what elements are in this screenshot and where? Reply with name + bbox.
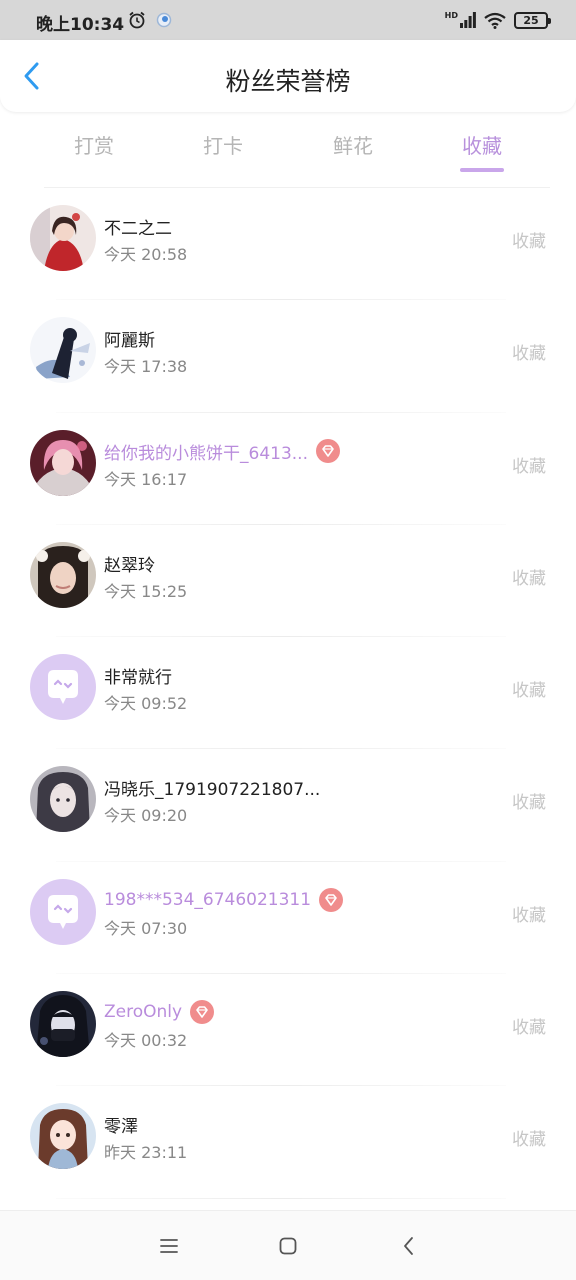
name-line: 阿麗斯	[104, 326, 155, 351]
tab-indicator	[201, 168, 245, 172]
name-line: 零澤	[104, 1112, 138, 1137]
app-header: 粉丝荣誉榜	[0, 40, 576, 112]
menu-button[interactable]	[154, 1231, 184, 1261]
name-line: 冯晓乐_1791907221807...	[104, 775, 320, 800]
avatar	[30, 317, 96, 384]
timestamp: 昨天 23:11	[104, 1143, 188, 1163]
default-avatar-icon	[30, 654, 96, 721]
user-name: 零澤	[104, 1117, 138, 1138]
list-item[interactable]: 给你我的小熊饼干_6413... 今天 16:17 收藏	[0, 413, 576, 525]
list-item[interactable]: 赵翠玲 今天 15:25 收藏	[0, 525, 576, 638]
signal-icon: HD	[445, 12, 476, 28]
fan-list: 不二之二 今天 20:58 收藏 阿麗斯 今天 17:38 收藏 给你我的小熊饼…	[0, 188, 576, 1199]
user-name: 不二之二	[104, 219, 172, 239]
menu-icon	[160, 1239, 178, 1253]
avatar	[30, 205, 96, 271]
action-label: 收藏	[512, 1130, 546, 1151]
avatar	[30, 991, 96, 1058]
default-avatar-icon	[30, 878, 96, 945]
timestamp: 今天 16:17	[104, 469, 188, 489]
alarm-clock-icon	[129, 11, 145, 29]
list-item[interactable]: ZeroOnly 今天 00:32 收藏	[0, 974, 576, 1087]
timestamp: 今天 07:30	[104, 918, 188, 938]
user-name: 冯晓乐_1791907221807...	[104, 780, 321, 801]
list-item[interactable]: 阿麗斯 今天 17:38 收藏	[0, 300, 576, 413]
battery-icon: 25	[514, 11, 551, 29]
system-back-button[interactable]	[394, 1231, 424, 1261]
system-nav-bar	[0, 1210, 576, 1280]
avatar	[30, 1103, 96, 1170]
timestamp: 今天 09:52	[104, 694, 188, 714]
tab-active-indicator	[460, 168, 504, 172]
action-label: 收藏	[512, 232, 546, 252]
battery-level: 25	[523, 13, 539, 27]
list-item[interactable]: 198***534_6746021311 今天 07:30 收藏	[0, 862, 576, 975]
user-name: 给你我的小熊饼干_6413...	[104, 443, 308, 464]
name-line: 非常就行	[104, 663, 172, 688]
user-name: 阿麗斯	[104, 331, 155, 352]
list-item[interactable]: 冯晓乐_1791907221807... 今天 09:20 收藏	[0, 749, 576, 862]
action-label: 收藏	[512, 1018, 546, 1039]
action-label: 收藏	[512, 793, 546, 814]
diamond-badge-icon	[315, 439, 340, 464]
tab-label: 鲜花	[333, 134, 373, 158]
name-line: ZeroOnly	[104, 1000, 215, 1025]
app-notification-icon	[156, 12, 172, 28]
back-icon	[404, 1237, 413, 1255]
action-label: 收藏	[512, 344, 546, 365]
timestamp: 今天 20:58	[104, 245, 188, 264]
user-name: 赵翠玲	[104, 555, 155, 576]
list-item[interactable]: 零澤 昨天 23:11 收藏	[0, 1086, 576, 1199]
name-line: 不二之二	[104, 214, 172, 239]
tab-favorites[interactable]: 收藏	[437, 130, 527, 172]
status-bar: 晚上10:34 HD 25	[0, 0, 576, 40]
status-time: 晚上10:34	[36, 15, 125, 35]
tab-checkin[interactable]: 打卡	[178, 130, 268, 172]
status-icons: HD 25	[445, 10, 551, 30]
avatar	[30, 429, 96, 496]
action-label: 收藏	[512, 568, 546, 589]
page-title: 粉丝荣誉榜	[225, 67, 351, 96]
user-name: ZeroOnly	[104, 1002, 183, 1023]
name-line: 198***534_6746021311	[104, 887, 344, 912]
user-name: 非常就行	[104, 668, 172, 689]
tab-label: 收藏	[462, 134, 502, 158]
action-label: 收藏	[512, 456, 546, 477]
tab-flowers[interactable]: 鲜花	[308, 130, 398, 172]
timestamp: 今天 15:25	[104, 581, 188, 601]
row-divider	[56, 1197, 506, 1199]
tab-label: 打赏	[74, 134, 114, 158]
timestamp: 今天 09:20	[104, 806, 188, 826]
list-item[interactable]: 不二之二 今天 20:58 收藏	[0, 188, 576, 301]
avatar	[30, 541, 96, 608]
wifi-icon	[484, 12, 506, 29]
timestamp: 今天 17:38	[104, 357, 188, 377]
diamond-badge-icon	[319, 887, 344, 912]
avatar	[30, 766, 96, 833]
tab-indicator	[72, 168, 116, 172]
name-line: 给你我的小熊饼干_6413...	[104, 439, 340, 464]
tab-reward[interactable]: 打赏	[49, 130, 139, 172]
network-type-label: HD	[444, 11, 458, 20]
user-name: 198***534_6746021311	[104, 889, 312, 910]
name-line: 赵翠玲	[104, 551, 155, 576]
tab-indicator	[331, 168, 375, 172]
list-item[interactable]: 非常就行 今天 09:52 收藏	[0, 637, 576, 750]
home-button[interactable]	[273, 1231, 303, 1261]
timestamp: 今天 00:32	[104, 1031, 188, 1051]
diamond-badge-icon	[190, 1000, 215, 1025]
action-label: 收藏	[512, 681, 546, 702]
tab-label: 打卡	[203, 134, 243, 158]
home-icon	[279, 1237, 297, 1255]
tab-bar: 打赏 打卡 鲜花 收藏	[0, 120, 576, 180]
action-label: 收藏	[512, 905, 546, 926]
